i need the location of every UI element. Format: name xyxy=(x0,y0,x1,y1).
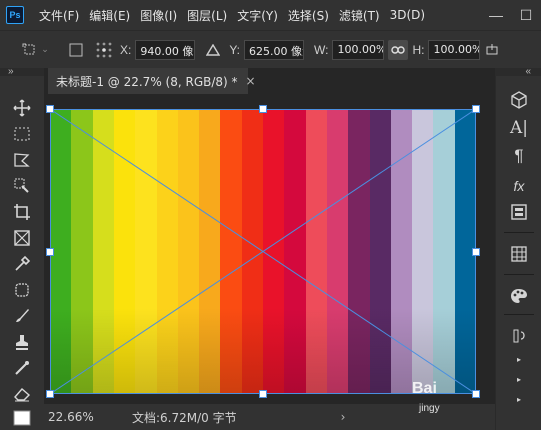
x-field[interactable]: 940.00 像素 xyxy=(135,39,196,60)
lasso-tool-icon[interactable] xyxy=(12,150,32,170)
reference-point-checkbox[interactable] xyxy=(66,40,86,60)
w-label: W: xyxy=(314,42,329,57)
reference-point-grid-icon[interactable] xyxy=(94,40,114,60)
expand-arrow-icon[interactable]: ▸ xyxy=(509,374,529,384)
h-field[interactable]: 100.00% xyxy=(428,39,481,60)
panel-separator xyxy=(504,274,534,275)
quick-select-tool-icon[interactable] xyxy=(12,176,32,196)
styles-fx-icon[interactable]: fx xyxy=(509,176,529,196)
brush-tool-icon[interactable] xyxy=(12,306,32,326)
menu-bar: Ps 文件(F) 编辑(E) 图像(I) 图层(L) 文字(Y) 选择(S) 滤… xyxy=(0,0,541,30)
menu-image[interactable]: 图像(I) xyxy=(135,7,182,24)
window-controls: — ☐ xyxy=(481,0,541,30)
crop-tool-icon[interactable] xyxy=(12,202,32,222)
color-swatches-icon[interactable] xyxy=(12,408,32,428)
frame-tool-icon[interactable] xyxy=(12,228,32,248)
expand-arrow-icon[interactable]: ▸ xyxy=(509,394,529,404)
delta-icon[interactable] xyxy=(203,40,223,60)
transform-handle-left[interactable] xyxy=(46,248,54,256)
transform-handle-top-left[interactable] xyxy=(46,105,54,113)
healing-brush-tool-icon[interactable] xyxy=(12,280,32,300)
menu-file[interactable]: 文件(F) xyxy=(34,7,84,24)
menu-layer[interactable]: 图层(L) xyxy=(182,7,232,24)
link-icon[interactable] xyxy=(388,39,409,60)
clone-stamp-tool-icon[interactable] xyxy=(12,332,32,352)
tools-panel xyxy=(0,76,44,430)
right-panel-dock: A| ¶ fx ▸ ▸ ▸ xyxy=(495,76,541,430)
zoom-level[interactable]: 22.66% xyxy=(48,410,108,424)
photoshop-logo: Ps xyxy=(6,6,24,24)
transform-handle-bottom-left[interactable] xyxy=(46,390,54,398)
document-tab[interactable]: 未标题-1 @ 22.7% (8, RGB/8) * × xyxy=(48,68,256,94)
transform-handle-bottom-right[interactable] xyxy=(472,390,480,398)
minimize-button[interactable]: — xyxy=(481,7,511,23)
marquee-tool-icon[interactable] xyxy=(12,124,32,144)
y-label: Y: xyxy=(229,42,241,57)
maximize-button[interactable]: ☐ xyxy=(511,7,541,24)
swatches-grid-icon[interactable] xyxy=(509,244,529,264)
eyedropper-tool-icon[interactable] xyxy=(12,254,32,274)
expand-arrow-icon[interactable]: ▸ xyxy=(509,354,529,364)
chevron-down-icon[interactable]: ⌄ xyxy=(40,40,50,60)
menu-3d[interactable]: 3D(D) xyxy=(385,8,430,22)
x-label: X: xyxy=(120,42,132,57)
transform-tool-icon[interactable] xyxy=(20,40,40,60)
panel-separator xyxy=(504,314,534,315)
document-info: 文档:6.72M/0 字节 xyxy=(132,410,237,425)
transform-handle-bottom[interactable] xyxy=(259,390,267,398)
transform-handle-right[interactable] xyxy=(472,248,480,256)
options-bar: ⌄ X: 940.00 像素 Y: 625.00 像素 W: 100.00% H… xyxy=(0,30,541,68)
adjustments-panel-icon[interactable] xyxy=(509,202,529,222)
status-menu-arrow-icon[interactable]: › xyxy=(341,410,346,424)
panel-separator xyxy=(504,232,534,233)
canvas-workspace xyxy=(44,94,495,404)
document-tab-bar: 未标题-1 @ 22.7% (8, RGB/8) * × xyxy=(44,68,495,94)
history-brush-tool-icon[interactable] xyxy=(12,358,32,378)
menu-edit[interactable]: 编辑(E) xyxy=(84,7,135,24)
color-palette-icon[interactable] xyxy=(509,286,529,306)
transform-box-overlay xyxy=(50,109,476,394)
menu-type[interactable]: 文字(Y) xyxy=(232,7,283,24)
close-tab-icon[interactable]: × xyxy=(246,74,256,88)
watermark-logo: Bai xyxy=(412,380,437,397)
history-panel-icon[interactable] xyxy=(509,326,529,346)
watermark-subtext: jingy xyxy=(419,403,440,414)
h-label: H: xyxy=(412,42,425,57)
w-field[interactable]: 100.00% xyxy=(332,39,385,60)
document-title: 未标题-1 @ 22.7% (8, RGB/8) * xyxy=(56,74,238,89)
rotate-icon[interactable] xyxy=(482,40,502,60)
image-canvas[interactable] xyxy=(50,109,476,394)
transform-handle-top[interactable] xyxy=(259,105,267,113)
menu-filter[interactable]: 滤镜(T) xyxy=(334,7,385,24)
menu-select[interactable]: 选择(S) xyxy=(283,7,334,24)
transform-handle-top-right[interactable] xyxy=(472,105,480,113)
eraser-tool-icon[interactable] xyxy=(12,384,32,404)
y-field[interactable]: 625.00 像素 xyxy=(244,39,305,60)
character-panel-icon[interactable]: A| xyxy=(509,118,529,138)
3d-cube-icon[interactable] xyxy=(509,90,529,110)
move-tool-icon[interactable] xyxy=(12,98,32,118)
paragraph-panel-icon[interactable]: ¶ xyxy=(509,146,529,166)
